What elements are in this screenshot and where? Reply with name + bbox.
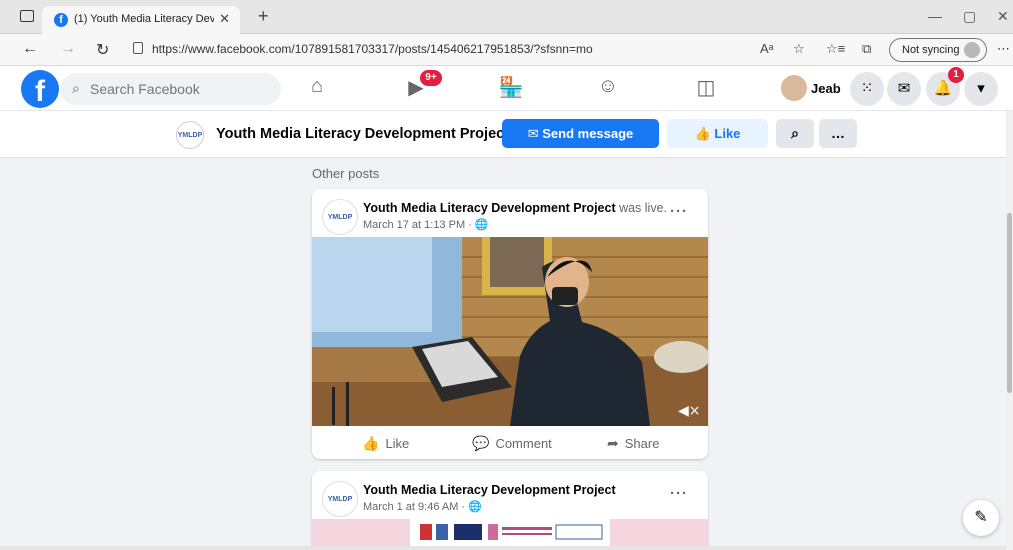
refresh-icon[interactable]: ↻ — [96, 40, 109, 60]
restore-icon[interactable]: ▢ — [963, 8, 976, 25]
favorites-icon[interactable]: ☆≡ — [826, 41, 845, 57]
post-author-name[interactable]: Youth Media Literacy Development Project — [363, 483, 616, 497]
minimize-icon[interactable]: — — [928, 8, 942, 24]
post-timestamp[interactable]: March 17 at 1:13 PM · 🌐 — [363, 218, 489, 231]
share-icon: ➦ — [607, 435, 619, 451]
like-page-label: Like — [714, 126, 741, 141]
tab-actions-icon[interactable] — [20, 10, 34, 22]
collections-icon[interactable]: ⧉ — [862, 41, 871, 57]
live-video-player[interactable]: ◀× — [312, 237, 708, 426]
profile-photo — [781, 75, 807, 101]
post-options-icon[interactable]: ··· — [670, 203, 688, 220]
comment-button[interactable]: 💬 Comment — [472, 435, 552, 452]
partner-logos-image — [410, 519, 610, 547]
thumbs-up-icon: 👍 — [362, 435, 380, 451]
window-bottom-edge — [0, 546, 1006, 550]
globe-icon: 🌐 — [468, 501, 482, 513]
search-input[interactable] — [90, 79, 270, 99]
facebook-favicon-icon: f — [54, 13, 68, 27]
menu-grid-icon[interactable]: ⁙ — [850, 72, 884, 106]
address-bar-row: ← → ↻ https://www.facebook.com/107891581… — [0, 34, 1013, 66]
new-tab-icon[interactable]: + — [258, 6, 269, 27]
url-field[interactable]: https://www.facebook.com/107891581703317… — [152, 42, 593, 56]
post-author-name[interactable]: Youth Media Literacy Development Project — [363, 201, 616, 215]
post-actions: 👍 Like 💬 Comment ➦ Share — [312, 429, 708, 459]
messenger-icon[interactable]: ✉ — [887, 72, 921, 106]
close-window-icon[interactable]: ✕ — [997, 8, 1009, 25]
browser-tab[interactable]: f (1) Youth Media Literacy Develop ✕ — [42, 6, 240, 34]
sync-label: Not syncing — [902, 44, 960, 56]
messenger-icon: ✉ — [527, 126, 539, 141]
profile-avatar-icon — [964, 42, 980, 58]
settings-more-icon[interactable]: ⋯ — [997, 41, 1010, 57]
post-author-avatar[interactable]: YMLDP — [322, 481, 358, 517]
back-icon[interactable]: ← — [22, 40, 38, 58]
page-header: YMLDP Youth Media Literacy Development P… — [0, 111, 1013, 158]
post-date: March 1 at 9:46 AM · — [363, 501, 466, 513]
tab-title: (1) Youth Media Literacy Develop — [74, 13, 214, 25]
gaming-icon[interactable]: ◫ — [692, 75, 720, 101]
facebook-logo-icon[interactable]: f — [21, 70, 59, 108]
page-title[interactable]: Youth Media Literacy Development Project — [216, 126, 509, 142]
share-label: Share — [624, 436, 660, 451]
like-page-button[interactable]: 👍 Like — [667, 119, 768, 148]
read-aloud-icon[interactable]: Aᵃ — [760, 41, 774, 56]
sync-button[interactable]: Not syncing — [889, 38, 987, 62]
post-card: YMLDP Youth Media Literacy Development P… — [312, 471, 708, 550]
profile-name: Jeab — [811, 81, 841, 96]
like-post-button[interactable]: 👍 Like — [362, 435, 409, 452]
scrollbar-thumb[interactable] — [1007, 213, 1012, 393]
post-author-avatar[interactable]: YMLDP — [322, 199, 358, 235]
post-author: Youth Media Literacy Development Project — [363, 483, 616, 497]
search-icon: ⌕ — [72, 80, 80, 96]
add-favorite-icon[interactable]: ☆ — [793, 41, 805, 57]
watch-badge: 9+ — [420, 70, 442, 86]
globe-icon: 🌐 — [474, 219, 489, 231]
svg-text:◀×: ◀× — [678, 403, 701, 419]
facebook-search[interactable]: ⌕ — [60, 73, 281, 105]
thumbs-up-icon: 👍 — [694, 126, 711, 141]
post-timestamp[interactable]: March 1 at 9:46 AM · 🌐 — [363, 500, 482, 513]
post-card: YMLDP Youth Media Literacy Development P… — [312, 189, 708, 459]
facebook-top-nav: f ⌕ ⌂ ▶ 9+ 🏪 ☺ ◫ Jeab ⁙ ✉ 🔔 1 ▾ — [0, 66, 1013, 111]
groups-icon[interactable]: ☺ — [594, 75, 622, 101]
comment-label: Comment — [495, 436, 552, 451]
marketplace-icon[interactable]: 🏪 — [497, 75, 525, 101]
page-logo[interactable]: YMLDP — [176, 121, 204, 149]
send-message-label: Send message — [542, 126, 634, 141]
post-date: March 17 at 1:13 PM · — [363, 219, 472, 231]
send-message-button[interactable]: ✉ Send message — [502, 119, 659, 148]
new-message-icon[interactable]: ✎ — [963, 500, 999, 536]
post-activity: was live. — [615, 201, 668, 215]
share-button[interactable]: ➦ Share — [607, 435, 659, 452]
home-icon[interactable]: ⌂ — [303, 75, 331, 101]
notification-badge: 1 — [948, 67, 964, 83]
scrollbar[interactable] — [1006, 111, 1013, 550]
page-more-button[interactable]: … — [819, 119, 857, 148]
post-options-icon[interactable]: ··· — [670, 485, 688, 502]
other-posts-heading: Other posts — [312, 166, 380, 181]
video-frame: ◀× — [312, 237, 708, 426]
comment-icon: 💬 — [472, 435, 490, 451]
forward-icon[interactable]: → — [60, 40, 76, 58]
page-search-button[interactable]: ⌕ — [776, 119, 814, 148]
browser-tab-strip: f (1) Youth Media Literacy Develop ✕ + —… — [0, 0, 1013, 34]
post-author: Youth Media Literacy Development Project… — [363, 201, 667, 215]
lock-icon[interactable] — [133, 42, 143, 54]
account-chevron-icon[interactable]: ▾ — [964, 72, 998, 106]
close-tab-icon[interactable]: ✕ — [219, 11, 230, 27]
like-post-label: Like — [385, 436, 410, 451]
